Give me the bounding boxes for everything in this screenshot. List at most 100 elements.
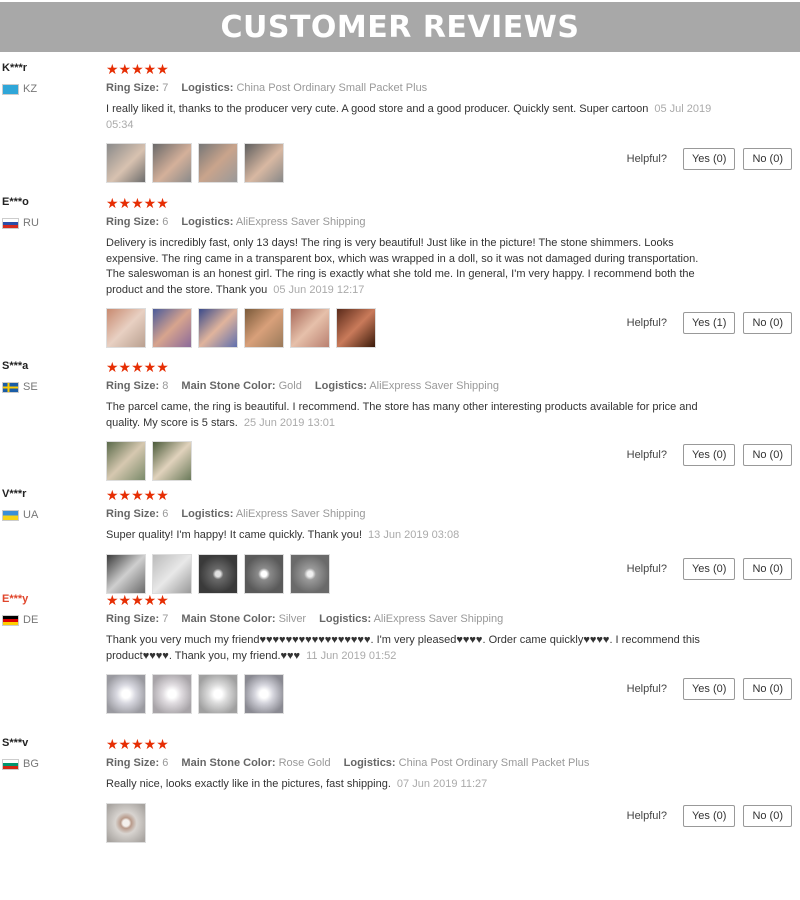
reviewer-info: E***y DE bbox=[2, 593, 102, 626]
helpful-yes-button[interactable]: Yes (0) bbox=[682, 444, 736, 466]
attr-value: Rose Gold bbox=[278, 757, 331, 769]
helpful-label: Helpful? bbox=[626, 449, 667, 461]
review-text: Delivery is incredibly fast, only 13 day… bbox=[106, 236, 706, 298]
attr-label: Logistics: bbox=[181, 216, 234, 228]
reviewer-country: RU bbox=[2, 217, 102, 229]
review-text: Really nice, looks exactly like in the p… bbox=[106, 777, 726, 793]
attr-value: 6 bbox=[162, 508, 169, 520]
reviewer-country: SE bbox=[2, 381, 102, 393]
helpful-yes-button[interactable]: Yes (0) bbox=[682, 805, 736, 827]
review-photo[interactable] bbox=[106, 674, 146, 714]
attr-label: Logistics: bbox=[319, 613, 372, 625]
helpful-yes-button[interactable]: Yes (0) bbox=[682, 558, 736, 580]
helpful-box: Helpful? Yes (0) No (0) bbox=[627, 444, 792, 466]
review-photo[interactable] bbox=[198, 308, 238, 348]
attr-label: Logistics: bbox=[343, 757, 396, 769]
review-photo[interactable] bbox=[198, 143, 238, 183]
star-rating: ★★★★★ bbox=[106, 736, 169, 752]
attr-label: Logistics: bbox=[181, 82, 234, 94]
review-body: Super quality! I'm happy! It came quickl… bbox=[106, 529, 363, 541]
flag-de-icon bbox=[2, 614, 19, 626]
attr-label: Logistics: bbox=[181, 508, 234, 520]
review-date: 07 Jun 2019 11:27 bbox=[396, 778, 488, 790]
helpful-yes-button[interactable]: Yes (0) bbox=[682, 678, 736, 700]
review-photo[interactable] bbox=[152, 143, 192, 183]
review-attributes: Ring Size: 8 Main Stone Color: Gold Logi… bbox=[106, 380, 706, 392]
review-photo[interactable] bbox=[244, 308, 284, 348]
review-photo[interactable] bbox=[290, 553, 330, 594]
helpful-yes-button[interactable]: Yes (0) bbox=[682, 148, 736, 170]
review-text: Thank you very much my friend♥♥♥♥♥♥♥♥♥♥♥… bbox=[106, 633, 726, 664]
country-code: BG bbox=[23, 758, 39, 770]
review-photo[interactable] bbox=[106, 308, 146, 348]
review-item: S***a SE ★★★★★ Ring Size: 8 Main Stone C… bbox=[0, 360, 800, 484]
review-photo[interactable] bbox=[244, 674, 284, 714]
review-photo[interactable] bbox=[152, 441, 192, 481]
helpful-yes-button[interactable]: Yes (1) bbox=[682, 312, 736, 334]
flag-kz-icon bbox=[2, 83, 19, 95]
review-photo[interactable] bbox=[106, 441, 146, 481]
review-content: ★★★★★ Ring Size: 8 Main Stone Color: Gol… bbox=[106, 360, 706, 481]
helpful-label: Helpful? bbox=[626, 153, 667, 165]
attr-value: China Post Ordinary Small Packet Plus bbox=[236, 82, 428, 94]
flag-bg-icon bbox=[2, 758, 19, 770]
helpful-no-button[interactable]: No (0) bbox=[743, 312, 792, 334]
attr-label: Ring Size: bbox=[106, 216, 160, 228]
helpful-label: Helpful? bbox=[626, 683, 667, 695]
attr-value: Gold bbox=[278, 380, 302, 392]
review-date: 11 Jun 2019 01:52 bbox=[306, 649, 397, 662]
country-code: RU bbox=[23, 217, 39, 229]
review-photo[interactable] bbox=[336, 308, 376, 348]
attr-value: AliExpress Saver Shipping bbox=[235, 508, 366, 520]
review-item: V***r UA ★★★★★ Ring Size: 6 Logistics: A… bbox=[0, 487, 800, 594]
reviewer-country: BG bbox=[2, 758, 102, 770]
review-body: I really liked it, thanks to the produce… bbox=[106, 103, 649, 115]
review-attributes: Ring Size: 6 Logistics: AliExpress Saver… bbox=[106, 508, 726, 520]
reviewer-name: E***y bbox=[2, 593, 29, 605]
review-photo[interactable] bbox=[244, 553, 284, 594]
attr-label: Ring Size: bbox=[106, 380, 160, 392]
helpful-label: Helpful? bbox=[626, 810, 667, 822]
review-photo[interactable] bbox=[198, 674, 238, 714]
helpful-no-button[interactable]: No (0) bbox=[743, 444, 792, 466]
helpful-no-button[interactable]: No (0) bbox=[743, 558, 792, 580]
attr-label: Main Stone Color: bbox=[181, 613, 276, 625]
helpful-no-button[interactable]: No (0) bbox=[743, 678, 792, 700]
reviewer-name: K***r bbox=[2, 62, 28, 74]
helpful-no-button[interactable]: No (0) bbox=[743, 148, 792, 170]
helpful-box: Helpful? Yes (0) No (0) bbox=[627, 148, 792, 170]
attr-value: 8 bbox=[162, 380, 169, 392]
attr-value: China Post Ordinary Small Packet Plus bbox=[398, 757, 590, 769]
country-code: UA bbox=[23, 509, 39, 521]
helpful-no-button[interactable]: No (0) bbox=[743, 805, 792, 827]
star-rating: ★★★★★ bbox=[106, 61, 169, 77]
review-photo[interactable] bbox=[152, 674, 192, 714]
review-body: The parcel came, the ring is beautiful. … bbox=[106, 401, 698, 429]
reviewer-info: E***o RU bbox=[2, 196, 102, 229]
star-rating: ★★★★★ bbox=[106, 487, 169, 503]
attr-value: 7 bbox=[162, 613, 169, 625]
star-rating: ★★★★★ bbox=[106, 195, 169, 211]
reviewer-country: UA bbox=[2, 509, 102, 521]
review-photo[interactable] bbox=[106, 553, 146, 594]
reviewer-country: DE bbox=[2, 614, 102, 626]
attr-label: Ring Size: bbox=[106, 613, 160, 625]
country-code: KZ bbox=[23, 83, 38, 95]
review-photo[interactable] bbox=[152, 308, 192, 348]
reviewer-name: E***o bbox=[2, 196, 29, 208]
attr-value: 6 bbox=[162, 216, 169, 228]
attr-label: Main Stone Color: bbox=[181, 380, 276, 392]
review-text: I really liked it, thanks to the produce… bbox=[106, 102, 726, 133]
review-date: 13 Jun 2019 03:08 bbox=[368, 529, 460, 541]
review-photo[interactable] bbox=[106, 802, 146, 843]
review-photo[interactable] bbox=[152, 553, 192, 594]
review-photo[interactable] bbox=[198, 553, 238, 594]
attr-value: Silver bbox=[278, 613, 307, 625]
flag-se-icon bbox=[2, 381, 19, 393]
helpful-box: Helpful? Yes (0) No (0) bbox=[627, 678, 792, 700]
attr-label: Ring Size: bbox=[106, 82, 160, 94]
reviews-header: CUSTOMER REVIEWS bbox=[0, 2, 800, 52]
review-photo[interactable] bbox=[290, 308, 330, 348]
review-photo[interactable] bbox=[106, 143, 146, 183]
review-photo[interactable] bbox=[244, 143, 284, 183]
